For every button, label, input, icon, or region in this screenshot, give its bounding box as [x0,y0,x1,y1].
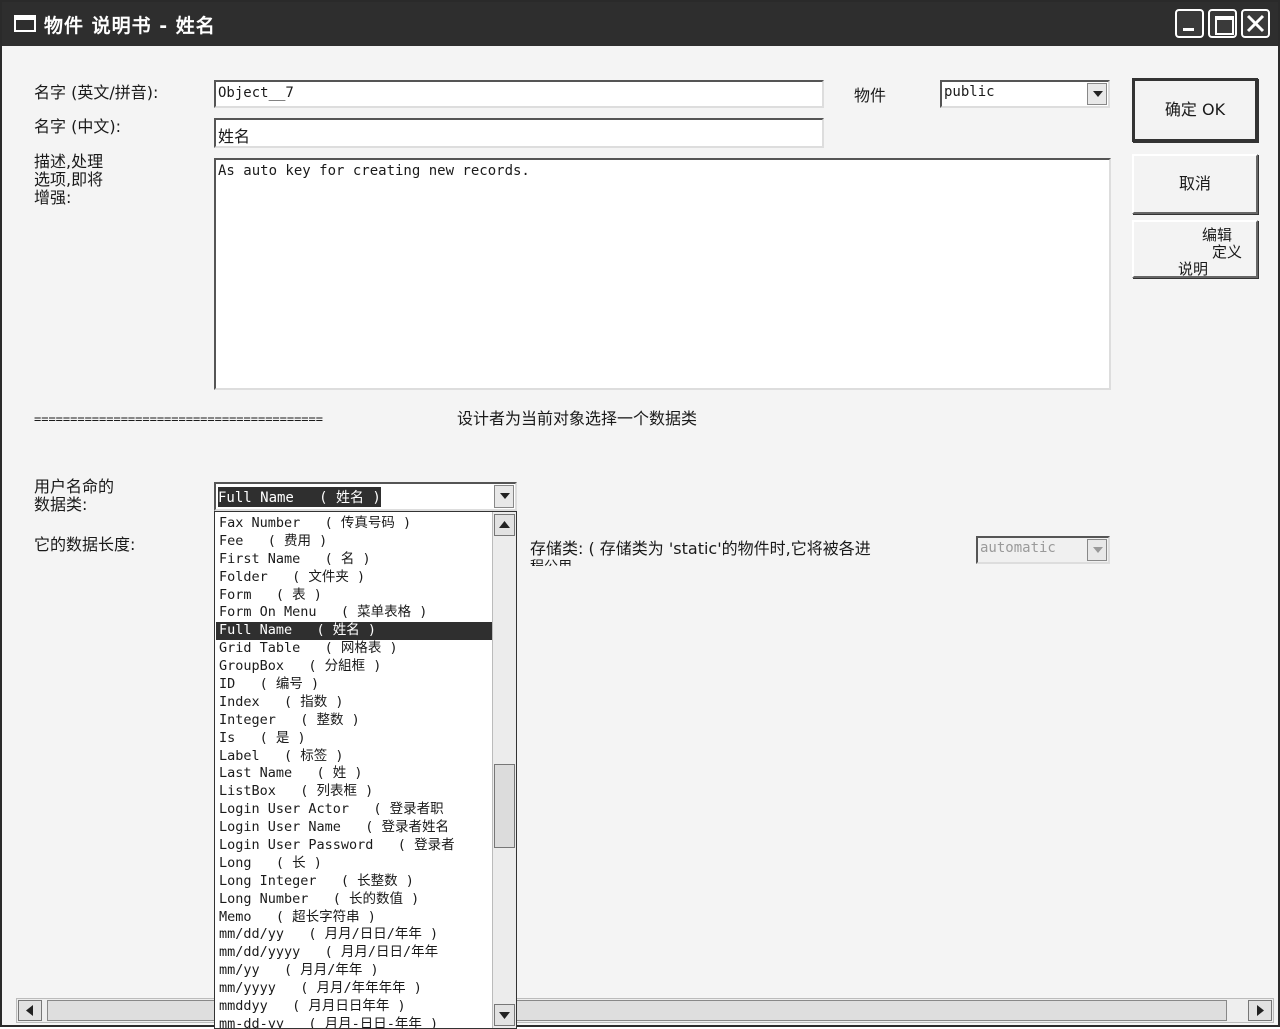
scope-select[interactable]: public [940,80,1110,108]
dropdown-item[interactable]: Form ( 表 ) [216,587,492,605]
chevron-down-icon[interactable] [1087,83,1107,105]
dropdown-item[interactable]: Login User Actor ( 登录者职 [216,801,492,819]
arrow-up-icon [499,521,510,528]
dropdown-item[interactable]: Long Integer ( 长整数 ) [216,873,492,891]
dropdown-item[interactable]: Full Name ( 姓名 ) [216,622,492,641]
name-cn-input[interactable]: 姓名 [214,118,824,148]
description-label-line3: 增强: [34,188,72,207]
edit-button-line2: 定义 [1212,243,1243,261]
datatype-label-line2: 数据类: [34,495,88,514]
dropdown-item[interactable]: Login User Password ( 登录者 [216,837,492,855]
separator-line: ======================================== [34,412,323,426]
title-bar[interactable]: 物件 说明书 - 姓名 [2,2,1278,46]
dropdown-scroll-thumb[interactable] [494,764,515,848]
minimize-button[interactable] [1175,9,1204,38]
dropdown-item[interactable]: Grid Table ( 网格表 ) [216,640,492,658]
scroll-right-button[interactable] [1248,1000,1272,1021]
description-label: 描述,处理 选项,即将 增强: [34,153,103,207]
dropdown-item[interactable]: Memo ( 超长字符串 ) [216,909,492,927]
storage-label-line1: 存储类: ( 存储类为 'static'的物件时,它将被各进 [530,539,871,558]
dropdown-item[interactable]: Long ( 长 ) [216,855,492,873]
description-textarea[interactable]: As auto key for creating new records. [214,158,1111,390]
dropdown-item[interactable]: Long Number ( 长的数值 ) [216,891,492,909]
edit-definition-button[interactable]: 编辑 定义 说明 [1132,220,1258,278]
dropdown-item[interactable]: GroupBox ( 分組框 ) [216,658,492,676]
dropdown-item[interactable]: Login User Name ( 登录者姓名 [216,819,492,837]
datatype-select[interactable]: Full Name ( 姓名 ) [214,482,517,511]
dropdown-item[interactable]: ID ( 编号 ) [216,676,492,694]
window-icon [14,15,36,32]
horizontal-scrollbar[interactable] [16,998,1274,1023]
arrow-right-icon [1257,1005,1264,1016]
dropdown-item[interactable]: Fee ( 费用 ) [216,533,492,551]
datatype-select-value: Full Name ( 姓名 ) [218,487,381,507]
dropdown-item[interactable]: ListBox ( 列表框 ) [216,783,492,801]
datatype-label-line1: 用户名命的 [34,477,115,496]
dropdown-item[interactable]: Form On Menu ( 菜单表格 ) [216,604,492,622]
edit-button-line3: 说明 [1178,260,1209,278]
scope-select-value: public [944,84,995,100]
scroll-up-button[interactable] [494,514,515,536]
datatype-label: 用户名命的 数据类: [34,478,114,514]
designer-hint: 设计者为当前对象选择一个数据类 [457,409,698,428]
dropdown-item[interactable]: mm-dd-yy ( 月月-日日-年年 ) [216,1016,492,1028]
datatype-dropdown-list[interactable]: Fax Number ( 传真号码 ) Fee ( 费用 ) First Name … [214,511,517,1029]
name-cn-label: 名字 (中文): [34,117,121,136]
arrow-down-icon [499,1012,510,1019]
storage-select[interactable]: automatic [976,536,1110,564]
maximize-button[interactable] [1208,9,1237,38]
dropdown-item[interactable]: First Name ( 名 ) [216,551,492,569]
dropdown-item[interactable]: Label ( 标签 ) [216,748,492,766]
dropdown-item[interactable]: Folder ( 文件夹 ) [216,569,492,587]
storage-select-value: automatic [980,540,1056,556]
arrow-left-icon [26,1005,33,1016]
description-label-line1: 描述,处理 [34,152,104,171]
chevron-down-icon[interactable] [494,485,514,508]
name-en-label: 名字 (英文/拼音): [34,83,159,102]
description-label-line2: 选项,即将 [34,170,104,189]
dropdown-item[interactable]: mm/dd/yyyy ( 月月/日日/年年 [216,944,492,962]
storage-label: 存储类: ( 存储类为 'static'的物件时,它将被各进 程公用、 [530,539,871,567]
dropdown-item[interactable]: Last Name ( 姓 ) [216,765,492,783]
dropdown-item[interactable]: Integer ( 整数 ) [216,712,492,730]
close-button[interactable] [1241,9,1270,38]
dialog-window: 物件 说明书 - 姓名 名字 (英文/拼音): Object__7 物件 pub… [0,0,1280,1029]
scroll-left-button[interactable] [18,1000,42,1021]
dropdown-item[interactable]: mm/yyyy ( 月月/年年年年 ) [216,980,492,998]
scope-label: 物件 [854,86,887,105]
dropdown-item[interactable]: Fax Number ( 传真号码 ) [216,515,492,533]
dropdown-item[interactable]: mmddyy ( 月月日日年年 ) [216,998,492,1016]
name-en-input[interactable]: Object__7 [214,80,824,108]
close-icon [1246,14,1265,33]
dropdown-scrollbar[interactable] [492,512,516,1028]
dropdown-item[interactable]: mm/dd/yy ( 月月/日日/年年 ) [216,926,492,944]
dropdown-item[interactable]: mm/yy ( 月月/年年 ) [216,962,492,980]
dropdown-item[interactable]: Is ( 是 ) [216,730,492,748]
dropdown-item[interactable]: Index ( 指数 ) [216,694,492,712]
dropdown-items: Fax Number ( 传真号码 ) Fee ( 费用 ) First Name … [216,515,492,1028]
chevron-down-icon[interactable] [1087,539,1107,561]
cancel-button[interactable]: 取消 [1132,154,1258,214]
length-label: 它的数据长度: [34,535,136,554]
ok-button[interactable]: 确定 OK [1132,78,1258,142]
window-title: 物件 说明书 - 姓名 [44,15,216,37]
storage-label-line2: 程公用、 [530,558,871,566]
scroll-down-button[interactable] [494,1004,515,1026]
